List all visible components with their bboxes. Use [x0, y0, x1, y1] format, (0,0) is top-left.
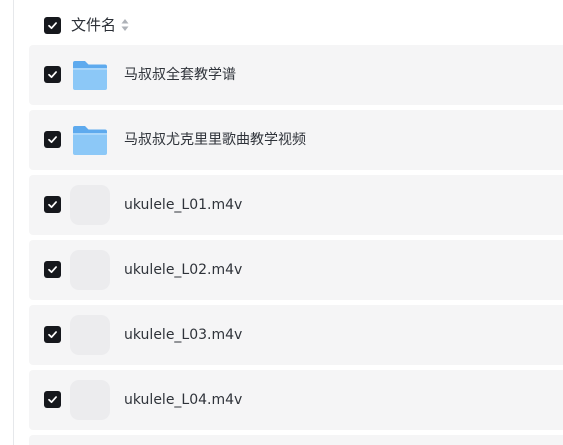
- checkmark-icon: [48, 331, 57, 339]
- checkmark-icon: [48, 71, 57, 79]
- select-all-checkbox[interactable]: [44, 16, 61, 34]
- checkmark-icon: [48, 21, 57, 29]
- list-item[interactable]: 马叔叔全套教学谱: [29, 45, 563, 105]
- row-checkbox[interactable]: [44, 66, 61, 83]
- list-item[interactable]: 马叔叔尤克里里歌曲教学视频: [29, 110, 563, 170]
- video-file-icon: [70, 380, 110, 420]
- list-item[interactable]: ukulele_L04.m4v: [29, 370, 563, 430]
- checkmark-icon: [48, 201, 57, 209]
- file-name[interactable]: ukulele_L03.m4v: [124, 305, 242, 365]
- column-header-filename[interactable]: 文件名: [71, 14, 116, 36]
- checkmark-icon: [48, 266, 57, 274]
- file-name[interactable]: 马叔叔全套教学谱: [124, 45, 236, 105]
- folder-icon: [70, 120, 110, 160]
- video-file-icon: [70, 185, 110, 225]
- checkmark-icon: [48, 136, 57, 144]
- row-checkbox[interactable]: [44, 326, 61, 343]
- list-item[interactable]: ukulele_L03.m4v: [29, 305, 563, 365]
- file-name[interactable]: ukulele_L04.m4v: [124, 370, 242, 430]
- file-name[interactable]: ukulele_L02.m4v: [124, 240, 242, 300]
- list-item[interactable]: ukulele_L01.m4v: [29, 175, 563, 235]
- video-file-icon: [70, 315, 110, 355]
- sidebar-edge: [0, 0, 14, 445]
- file-list-panel: 文件名 马叔叔全套教学谱 马叔叔尤克里里歌曲教学视频 ukulele_L01.m…: [0, 0, 563, 445]
- row-checkbox[interactable]: [44, 261, 61, 278]
- folder-icon: [70, 55, 110, 95]
- row-checkbox[interactable]: [44, 131, 61, 148]
- checkmark-icon: [48, 396, 57, 404]
- list-item-partial[interactable]: [29, 435, 563, 445]
- list-item[interactable]: ukulele_L02.m4v: [29, 240, 563, 300]
- row-checkbox[interactable]: [44, 391, 61, 408]
- file-name[interactable]: ukulele_L01.m4v: [124, 175, 242, 235]
- file-list-header: 文件名: [44, 14, 129, 36]
- sort-icon[interactable]: [121, 18, 129, 32]
- file-list: 马叔叔全套教学谱 马叔叔尤克里里歌曲教学视频 ukulele_L01.m4v u…: [29, 45, 563, 445]
- video-file-icon: [70, 250, 110, 290]
- file-name[interactable]: 马叔叔尤克里里歌曲教学视频: [124, 110, 306, 170]
- row-checkbox[interactable]: [44, 196, 61, 213]
